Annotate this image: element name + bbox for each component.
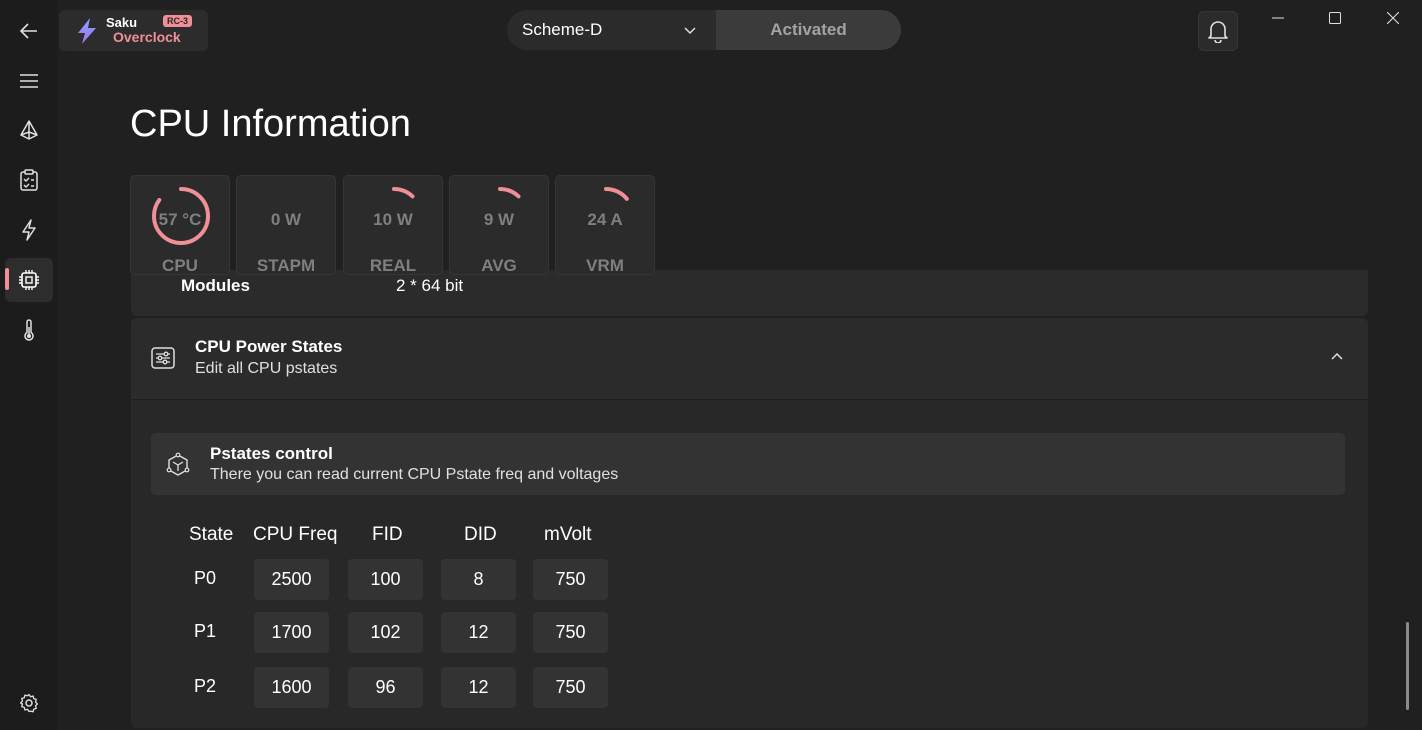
header-fid: FID [372,524,403,545]
maximize-button[interactable] [1325,8,1345,28]
sidebar-item-params[interactable] [5,158,53,202]
version-badge: RC-3 [163,15,193,27]
gauge-cpu: 57 °C CPU [130,175,230,275]
sensor-gauges: 57 °C CPU 0 W STAPM 10 W REAL 9 W AVG 24 A VRM [130,175,660,275]
thermometer-icon [24,319,34,341]
chevron-down-icon [684,27,696,35]
sidebar-item-cpu-info[interactable] [5,258,53,302]
gauge-value: 10 W [373,210,413,229]
gauge-value: 0 W [270,210,302,229]
scheme-dropdown-value: Scheme-D [522,20,603,39]
vertical-scrollbar[interactable] [1406,622,1409,710]
modules-label: Modules [181,276,250,295]
page-title: CPU Information [130,103,411,145]
maximize-icon [1329,12,1341,24]
scheme-selector: Scheme-D Activated [507,10,901,50]
pstate-row-label: P0 [194,568,217,588]
mvolt-input[interactable]: 750 [533,667,608,708]
cpu-power-states-subtitle: Edit all CPU pstates [195,360,338,377]
did-input[interactable]: 12 [441,612,516,653]
active-indicator [5,268,9,290]
hamburger-menu-icon [20,74,38,88]
header-state: State [189,524,234,545]
clipboard-icon [20,169,38,191]
prism-icon [20,120,38,140]
notifications-button[interactable] [1198,11,1238,51]
close-button[interactable] [1383,8,1403,28]
did-input[interactable]: 8 [441,559,516,600]
pstates-control-card: Pstates control There you can read curre… [151,433,1345,495]
app-logo: Saku Overclock RC-3 [59,10,208,51]
cpu-power-states-header[interactable]: CPU Power States Edit all CPU pstates [131,318,1368,400]
freq-input[interactable]: 2500 [254,559,329,600]
bell-icon [1208,21,1228,43]
settings-gear-icon [19,693,39,713]
gauge-real: 10 W REAL [343,175,443,275]
app-name-top: Saku [106,15,138,30]
cpu-power-states-title: CPU Power States [195,337,343,356]
close-icon [1387,12,1399,24]
sidebar-item-settings[interactable] [5,681,53,725]
fid-input[interactable]: 96 [348,667,423,708]
app-bolt-icon [78,18,96,44]
pstates-control-subtitle: There you can read current CPU Pstate fr… [210,466,619,483]
modules-value: 2 * 64 bit [396,276,464,295]
gauge-value: 24 A [587,210,623,229]
cpu-chip-icon [19,270,39,290]
freq-input[interactable]: 1700 [254,612,329,653]
gauge-label: STAPM [256,256,316,275]
pstate-row-label: P1 [194,621,217,641]
chevron-up-icon[interactable] [1331,352,1343,362]
sidebar-item-power[interactable] [5,208,53,252]
gauge-value: 9 W [483,210,515,229]
header-cpu-freq: CPU Freq [253,524,338,545]
menu-toggle-button[interactable] [5,59,53,103]
freq-input[interactable]: 1600 [254,667,329,708]
gauge-value: 57 °C [158,210,202,229]
gauge-avg: 9 W AVG [449,175,549,275]
gauge-label: VRM [586,256,624,275]
did-input[interactable]: 12 [441,667,516,708]
minimize-button[interactable] [1268,8,1288,28]
header-mvolt: mVolt [544,524,592,545]
sidebar-item-temperature[interactable] [5,308,53,352]
cpu-info-card [131,270,1368,316]
sidebar-item-presets[interactable] [5,108,53,152]
fid-input[interactable]: 100 [348,559,423,600]
activated-button[interactable]: Activated [716,10,901,50]
back-arrow-icon [20,23,37,39]
gauge-stapm: 0 W STAPM [236,175,336,275]
sidebar [0,0,58,730]
pstate-row-label: P2 [194,676,217,696]
cube-network-icon [166,452,190,476]
gauge-vrm: 24 A VRM [555,175,655,275]
mvolt-input[interactable]: 750 [533,612,608,653]
fid-input[interactable]: 102 [348,612,423,653]
gauge-label: REAL [369,256,417,275]
gauge-label: AVG [481,256,517,275]
sliders-icon [151,347,175,369]
pstates-control-title: Pstates control [210,444,333,463]
gauge-label: CPU [162,256,198,275]
scheme-dropdown[interactable]: Scheme-D [507,10,716,50]
lightning-icon [22,219,36,241]
back-button[interactable] [5,9,53,53]
minimize-icon [1272,17,1284,19]
app-name-bottom: Overclock [113,29,181,45]
header-did: DID [464,524,497,545]
mvolt-input[interactable]: 750 [533,559,608,600]
